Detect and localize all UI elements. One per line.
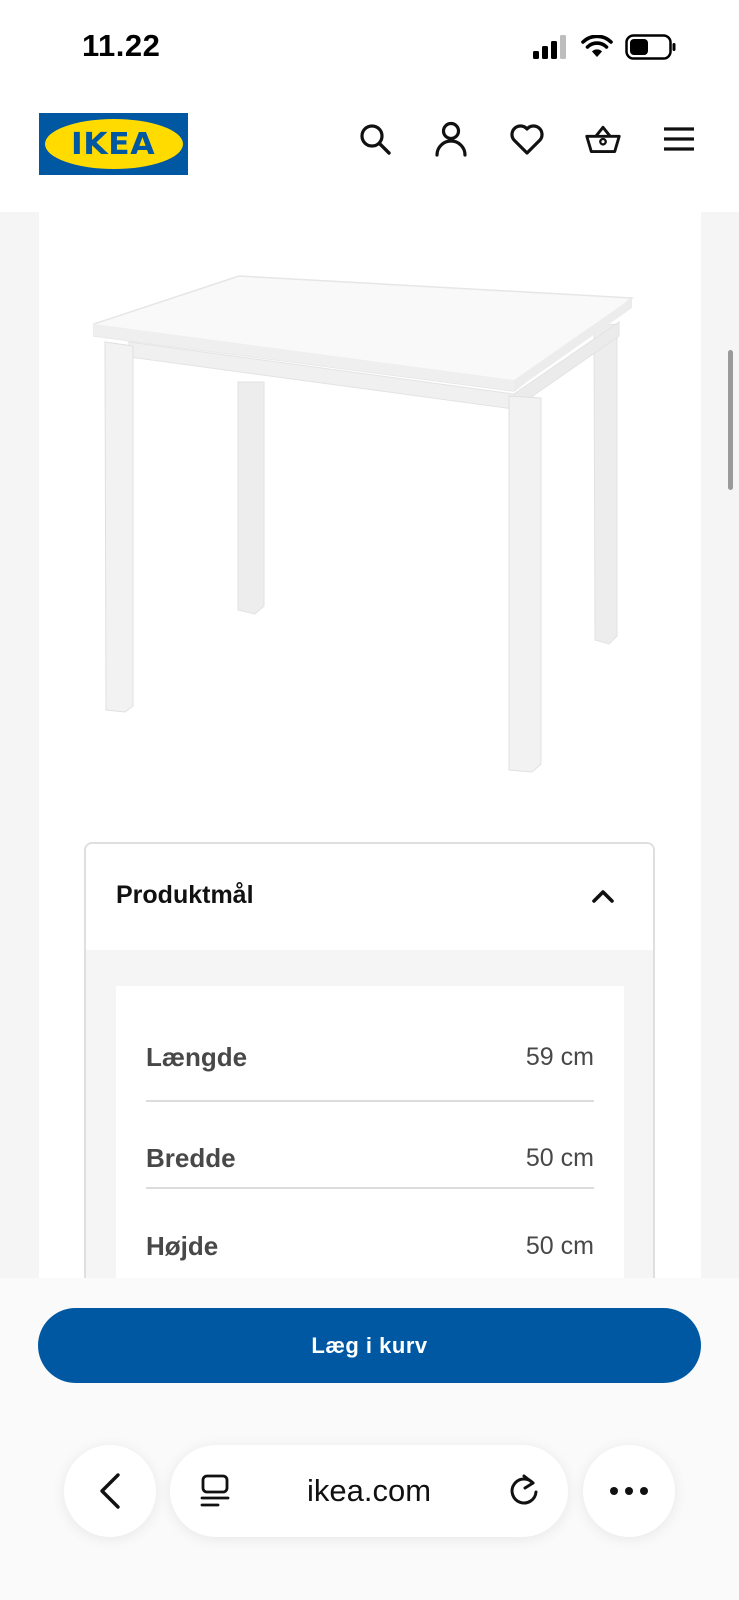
status-icons xyxy=(533,34,677,60)
dimension-value: 50 cm xyxy=(525,1144,594,1172)
ikea-logo[interactable]: IKEA xyxy=(39,113,188,175)
accordion-title: Produktmål xyxy=(116,881,254,909)
more-icon xyxy=(610,1487,648,1495)
dimension-label: Bredde xyxy=(146,1143,236,1173)
dimension-row-height: Højde 50 cm xyxy=(146,1189,594,1276)
signal-icon xyxy=(533,35,566,59)
battery-icon xyxy=(625,34,676,60)
add-to-cart-button[interactable]: Læg i kurv xyxy=(38,1308,701,1383)
page-content[interactable]: Produktmål Længde 59 cm Bredde 50 cm Høj… xyxy=(0,212,739,1278)
dimension-label: Længde xyxy=(146,1041,248,1072)
product-image[interactable] xyxy=(89,236,649,796)
dimension-row-width: Bredde 50 cm xyxy=(146,1102,594,1189)
dimensions-table: Længde 59 cm Bredde 50 cm Højde 50 cm xyxy=(116,986,624,1278)
dimension-value: 50 cm xyxy=(525,1232,594,1260)
address-bar[interactable]: ikea.com xyxy=(170,1445,568,1537)
dimension-row-length: Længde 59 cm xyxy=(146,986,594,1102)
dimension-label: Højde xyxy=(146,1231,219,1261)
wifi-icon xyxy=(581,35,613,57)
heart-icon[interactable] xyxy=(509,121,545,157)
site-header: IKEA xyxy=(0,100,739,212)
more-button[interactable] xyxy=(583,1445,675,1537)
bottom-area: Læg i kurv xyxy=(0,1278,739,1600)
status-time: 11.22 xyxy=(82,28,161,63)
chevron-left-icon xyxy=(100,1473,120,1509)
scrollbar-thumb[interactable] xyxy=(728,350,733,490)
search-icon[interactable] xyxy=(357,121,393,157)
logo-text: IKEA xyxy=(71,126,156,162)
status-bar: 11.22 xyxy=(0,0,739,100)
reload-icon[interactable] xyxy=(506,1472,542,1508)
chevron-up-icon[interactable] xyxy=(589,882,617,910)
menu-icon[interactable] xyxy=(661,121,697,157)
product-dimensions-accordion: Produktmål Længde 59 cm Bredde 50 cm Høj… xyxy=(84,842,655,1278)
dimension-value: 59 cm xyxy=(525,1042,594,1071)
basket-icon[interactable] xyxy=(585,121,621,157)
account-icon[interactable] xyxy=(433,121,469,157)
browser-toolbar: ikea.com xyxy=(0,1445,739,1537)
accordion-header[interactable]: Produktmål xyxy=(86,844,653,950)
product-panel: Produktmål Længde 59 cm Bredde 50 cm Høj… xyxy=(39,212,701,1278)
back-button[interactable] xyxy=(64,1445,156,1537)
